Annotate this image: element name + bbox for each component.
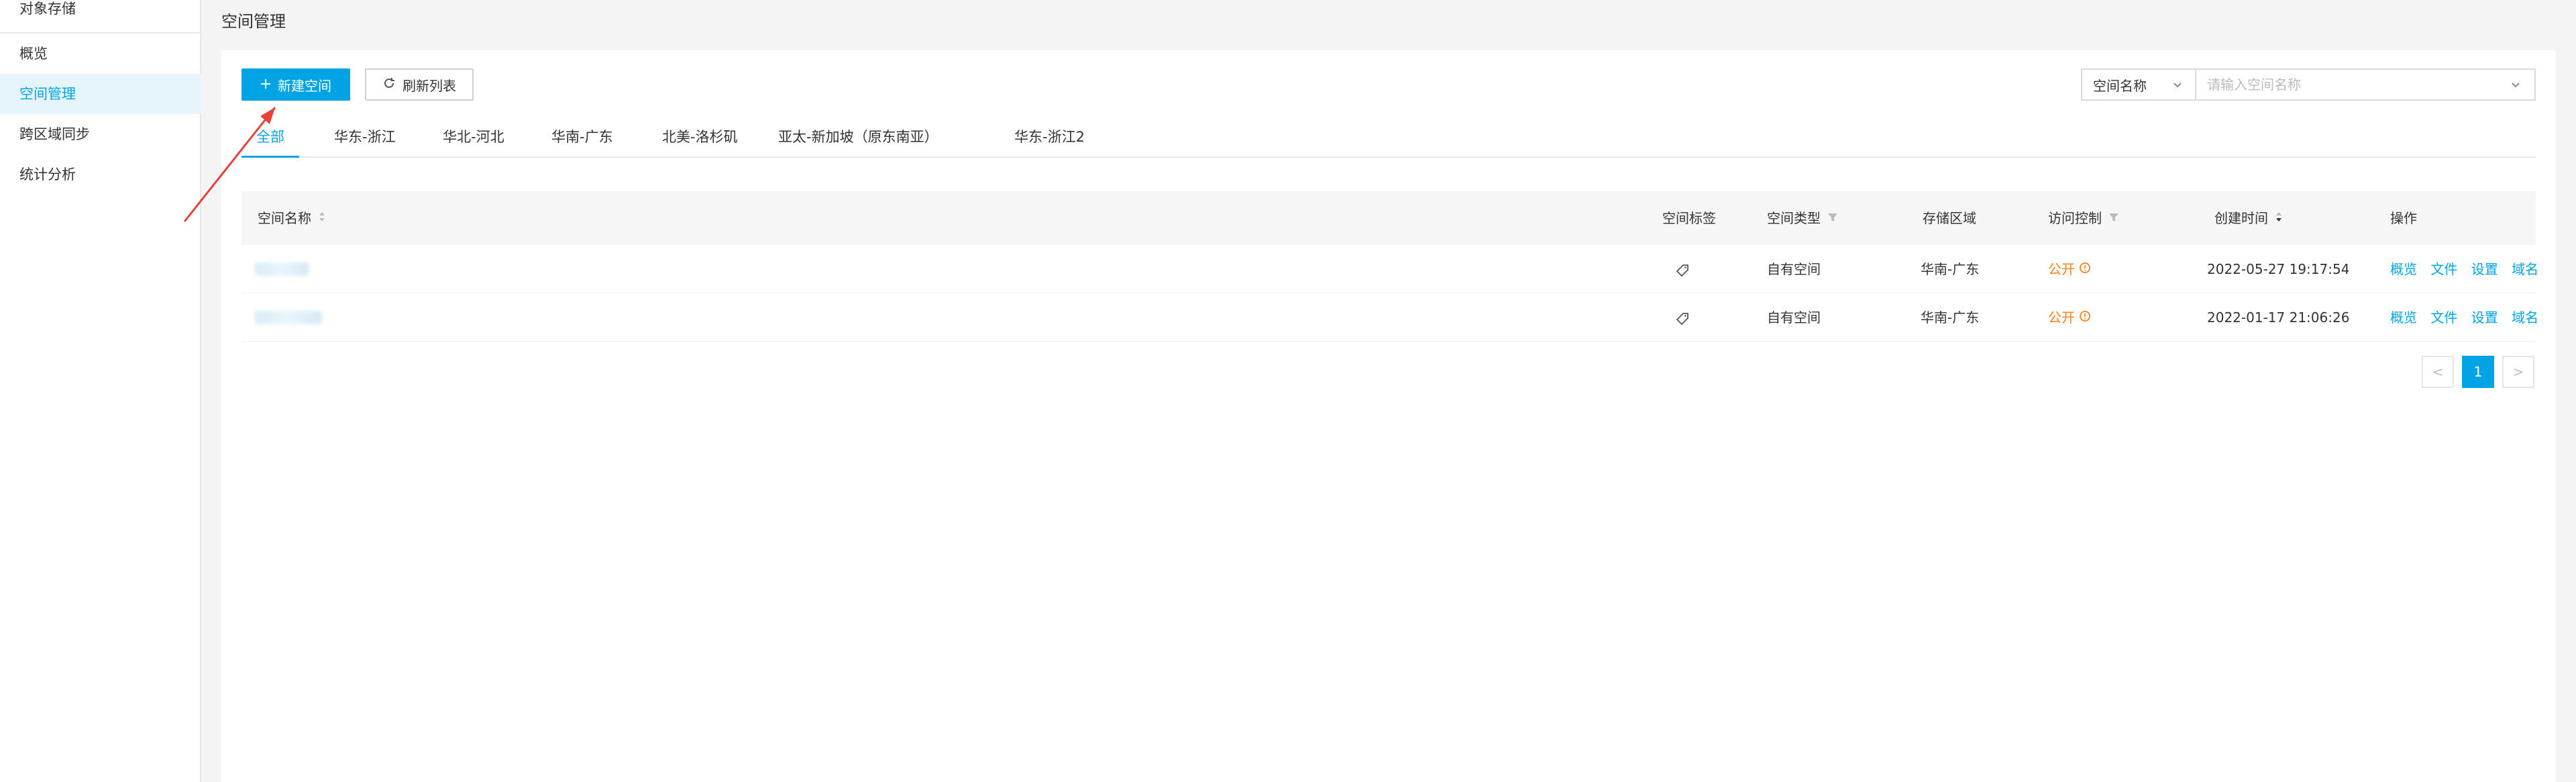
tab-north-hebei[interactable]: 华北-河北 <box>443 123 504 158</box>
chevron-down-icon <box>2171 78 2184 95</box>
sort-desc-icon[interactable] <box>2275 191 2283 245</box>
row-operations: 概览 文件 设置 域名 <box>2390 293 2548 342</box>
tag-icon[interactable] <box>1676 245 1689 293</box>
plus-icon <box>260 77 271 93</box>
refresh-icon <box>382 77 396 93</box>
bucket-name-redacted[interactable] <box>255 311 322 324</box>
search-input[interactable] <box>2196 70 2491 99</box>
search-field-select[interactable]: 空间名称 <box>2081 68 2195 101</box>
column-access[interactable]: 访问控制 <box>2048 191 2119 245</box>
sidebar-item-statistics[interactable]: 统计分析 <box>0 154 201 195</box>
op-domain-link[interactable]: 域名 <box>2512 309 2538 326</box>
column-region: 存储区域 <box>1923 210 1976 226</box>
tag-icon[interactable] <box>1676 293 1689 342</box>
column-name-label: 空间名称 <box>258 210 311 226</box>
create-bucket-label: 新建空间 <box>278 77 331 94</box>
info-circle-icon[interactable] <box>2079 293 2091 342</box>
column-access-label: 访问控制 <box>2048 210 2102 226</box>
search-input-wrapper <box>2195 68 2536 101</box>
filter-icon[interactable] <box>1827 191 1838 245</box>
info-circle-icon[interactable] <box>2079 245 2091 293</box>
column-created-label: 创建时间 <box>2214 210 2268 226</box>
column-type[interactable]: 空间类型 <box>1767 191 1838 245</box>
column-tag: 空间标签 <box>1662 210 1716 226</box>
access-status-label: 公开 <box>2048 261 2075 277</box>
row-operations: 概览 文件 设置 域名 <box>2390 245 2548 293</box>
tab-east-zhejiang2[interactable]: 华东-浙江2 <box>1014 123 1085 158</box>
column-created[interactable]: 创建时间 <box>2214 191 2283 245</box>
op-files-link[interactable]: 文件 <box>2430 261 2457 277</box>
column-type-label: 空间类型 <box>1767 210 1821 226</box>
sidebar-item-bucket-management[interactable]: 空间管理 <box>0 74 201 114</box>
created-time: 2022-01-17 21:06:26 <box>2207 309 2350 326</box>
pagination-prev-button[interactable]: < <box>2422 356 2454 388</box>
chevron-down-icon[interactable] <box>2509 78 2522 94</box>
created-time: 2022-05-27 19:17:54 <box>2207 261 2350 277</box>
op-overview-link[interactable]: 概览 <box>2390 309 2417 326</box>
column-name[interactable]: 空间名称 <box>258 191 326 245</box>
sort-icon[interactable] <box>318 191 326 245</box>
op-domain-link[interactable]: 域名 <box>2512 261 2538 277</box>
bucket-region: 华南-广东 <box>1921 309 1980 326</box>
tab-all[interactable]: 全部 <box>241 123 299 158</box>
column-ops: 操作 <box>2390 210 2417 226</box>
pagination-page-1[interactable]: 1 <box>2462 356 2494 388</box>
bucket-name-redacted[interactable] <box>255 262 309 276</box>
op-settings-link[interactable]: 设置 <box>2471 261 2498 277</box>
create-bucket-button[interactable]: 新建空间 <box>241 68 350 101</box>
bucket-type: 自有空间 <box>1767 261 1821 277</box>
region-tabs: 全部 华东-浙江 华北-河北 华南-广东 北美-洛杉矶 亚太-新加坡（原东南亚）… <box>241 123 2536 158</box>
table-header: 空间名称 空间标签 空间类型 存储区域 访问控制 创建时间 操作 <box>241 191 2536 245</box>
op-files-link[interactable]: 文件 <box>2430 309 2457 326</box>
table-row: 自有空间 华南-广东 公开 2022-01-17 21:06:26 概览 文件 … <box>241 293 2538 342</box>
search-field-selected: 空间名称 <box>2093 77 2147 94</box>
tab-na-los-angeles[interactable]: 北美-洛杉矶 <box>662 123 738 158</box>
access-status: 公开 <box>2048 245 2091 293</box>
access-status: 公开 <box>2048 293 2091 342</box>
sidebar-item-cross-region-sync[interactable]: 跨区域同步 <box>0 114 201 154</box>
tab-ap-singapore[interactable]: 亚太-新加坡（原东南亚） <box>778 123 938 158</box>
refresh-list-button[interactable]: 刷新列表 <box>365 68 474 101</box>
sidebar-section-title: 对象存储 <box>19 1 76 17</box>
app-layout: 对象存储 概览 空间管理 跨区域同步 统计分析 空间管理 新建空间 刷新列表 空… <box>0 0 2576 782</box>
tab-south-guangdong[interactable]: 华南-广东 <box>551 123 613 158</box>
page-title: 空间管理 <box>221 12 286 31</box>
access-status-label: 公开 <box>2048 309 2075 326</box>
bucket-type: 自有空间 <box>1767 309 1821 326</box>
sidebar-item-overview[interactable]: 概览 <box>0 34 201 74</box>
filter-icon[interactable] <box>2108 191 2119 245</box>
op-settings-link[interactable]: 设置 <box>2471 309 2498 326</box>
tab-east-zhejiang[interactable]: 华东-浙江 <box>334 123 396 158</box>
op-overview-link[interactable]: 概览 <box>2390 261 2417 277</box>
refresh-list-label: 刷新列表 <box>402 77 456 94</box>
bucket-region: 华南-广东 <box>1921 261 1980 277</box>
pagination-next-button[interactable]: > <box>2502 356 2534 388</box>
main-card: 新建空间 刷新列表 空间名称 全部 华东-浙江 华北-河北 华南-广东 <box>221 50 2556 782</box>
sidebar: 对象存储 概览 空间管理 跨区域同步 统计分析 <box>0 0 201 782</box>
table-row: 自有空间 华南-广东 公开 2022-05-27 19:17:54 概览 文件 … <box>241 245 2538 293</box>
